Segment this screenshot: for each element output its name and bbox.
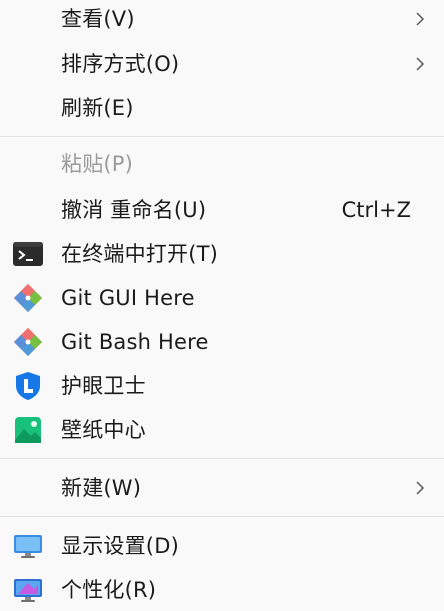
menu-item-refresh[interactable]: 刷新(E) xyxy=(0,87,444,129)
menu-item-git-gui[interactable]: Git GUI Here xyxy=(0,277,444,319)
menu-item-git-gui-label: Git GUI Here xyxy=(61,286,195,310)
menu-item-new[interactable]: 新建(W) xyxy=(0,467,444,509)
git-bash-icon xyxy=(14,328,42,356)
menu-item-open-terminal-label: 在终端中打开(T) xyxy=(61,242,219,266)
menu-item-new-label: 新建(W) xyxy=(61,476,142,500)
eye-guard-icon xyxy=(16,372,40,400)
menu-separator xyxy=(0,516,444,517)
menu-item-eye-guard-label: 护眼卫士 xyxy=(61,374,146,398)
context-menu: 查看(V) 排序方式(O) 刷新(E) 粘贴(P) 撤消 重命名(U) Ctrl… xyxy=(0,0,444,611)
menu-item-display-settings-label: 显示设置(D) xyxy=(61,534,179,558)
git-gui-icon xyxy=(14,284,42,312)
menu-item-wallpaper[interactable]: 壁纸中心 xyxy=(0,409,444,451)
menu-item-view-label: 查看(V) xyxy=(61,7,135,31)
menu-separator xyxy=(0,136,444,137)
menu-separator xyxy=(0,458,444,459)
menu-item-view[interactable]: 查看(V) xyxy=(0,0,444,40)
menu-item-git-bash-label: Git Bash Here xyxy=(61,330,209,354)
chevron-right-icon xyxy=(416,12,425,26)
menu-item-personalize-label: 个性化(R) xyxy=(61,578,157,602)
menu-item-sort-label: 排序方式(O) xyxy=(61,52,180,76)
personalize-icon xyxy=(14,579,42,602)
menu-item-paste-label: 粘贴(P) xyxy=(61,152,134,176)
menu-item-undo-rename-label: 撤消 重命名(U) xyxy=(61,198,207,222)
menu-item-paste: 粘贴(P) xyxy=(0,143,444,185)
menu-item-eye-guard[interactable]: 护眼卫士 xyxy=(0,365,444,407)
wallpaper-icon xyxy=(15,417,41,443)
terminal-icon xyxy=(13,242,43,266)
menu-item-display-settings[interactable]: 显示设置(D) xyxy=(0,525,444,567)
menu-item-wallpaper-label: 壁纸中心 xyxy=(61,418,146,442)
menu-item-personalize[interactable]: 个性化(R) xyxy=(0,569,444,611)
menu-item-refresh-label: 刷新(E) xyxy=(61,96,134,120)
menu-item-git-bash[interactable]: Git Bash Here xyxy=(0,321,444,363)
chevron-right-icon xyxy=(416,481,425,495)
menu-item-sort[interactable]: 排序方式(O) xyxy=(0,43,444,85)
monitor-icon xyxy=(14,535,42,558)
menu-item-undo-rename[interactable]: 撤消 重命名(U) Ctrl+Z xyxy=(0,189,444,231)
chevron-right-icon xyxy=(416,57,425,71)
menu-item-open-terminal[interactable]: 在终端中打开(T) xyxy=(0,233,444,275)
shortcut-text: Ctrl+Z xyxy=(341,198,411,222)
